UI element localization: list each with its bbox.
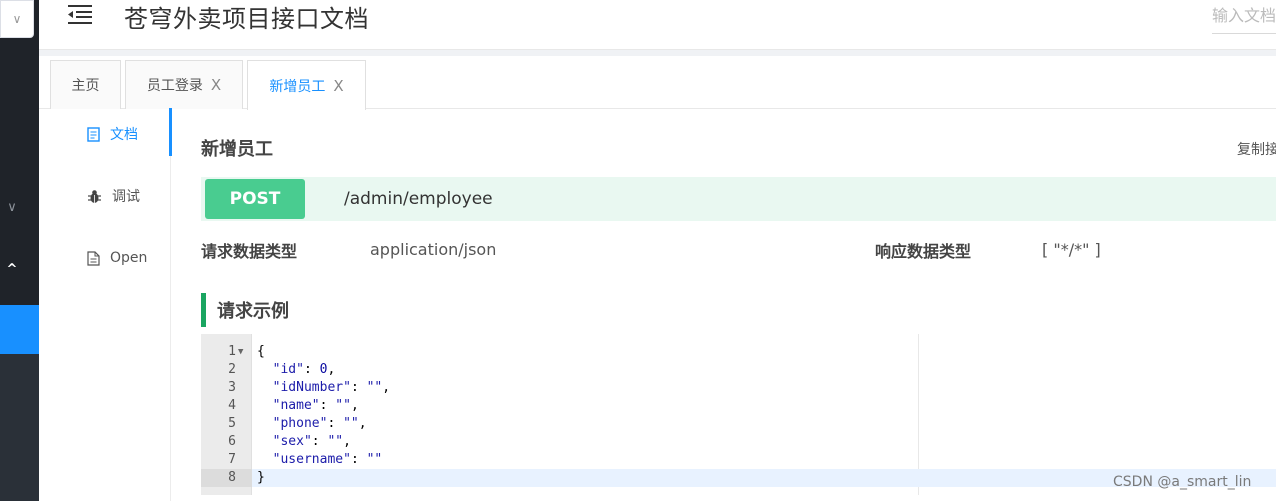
line-number: 2: [228, 362, 236, 377]
line-number: 5: [228, 416, 236, 431]
nav-item-document[interactable]: 文档: [39, 108, 172, 156]
response-type-label: 响应数据类型: [875, 242, 972, 261]
code-text: "sex": "",: [272, 434, 351, 449]
nav-item-label: 文档: [110, 127, 138, 143]
api-path: /admin/employee: [344, 189, 493, 209]
line-number: 3: [228, 380, 236, 395]
doc-nav: 文档 调试 Open: [39, 108, 172, 501]
method-badge: POST: [205, 179, 305, 219]
tab-label: 员工登录: [146, 78, 203, 94]
method-bar: POST /admin/employee: [201, 177, 1276, 221]
code-text: "phone": "",: [272, 416, 367, 431]
watermark: CSDN @a_smart_lin: [1113, 474, 1252, 490]
code-editor[interactable]: 1 ▼{2 "id": 0, 3 "idNumber": "", 4 "name": …: [201, 334, 1276, 495]
tab-label: 主页: [71, 78, 100, 94]
sidebar-dropdown[interactable]: ∨: [0, 0, 34, 38]
chevron-up-icon[interactable]: ^: [0, 262, 24, 277]
code-text: }: [257, 470, 265, 485]
top-header: 苍穹外卖项目接口文档 输入文档: [39, 0, 1276, 50]
nav-item-label: 调试: [112, 189, 140, 205]
api-detail: 新增员工 复制接 POST /admin/employee 请求数据类型 app…: [172, 110, 1276, 501]
section-title: 请求示例: [201, 293, 289, 327]
app-sidebar: ∨ ∨ ^: [0, 0, 39, 501]
fold-icon[interactable]: ▼: [238, 343, 243, 361]
close-icon[interactable]: X: [333, 77, 343, 95]
nav-item-debug[interactable]: 调试: [39, 176, 171, 216]
nav-item-label: Open: [110, 250, 148, 266]
tab-bar: 主页 员工登录 X 新增员工 X: [39, 50, 1276, 110]
code-text: "username": "": [272, 452, 383, 467]
code-line[interactable]: 2 "id": 0,: [201, 361, 1276, 379]
line-number: 1: [228, 344, 236, 359]
code-text: "id": 0,: [272, 362, 336, 377]
chevron-down-icon: ∨: [12, 12, 22, 26]
sidebar-item-active[interactable]: [0, 305, 39, 354]
request-type-value: application/json: [370, 240, 497, 259]
close-icon[interactable]: X: [211, 76, 221, 94]
code-text: {: [257, 344, 265, 359]
request-type-label: 请求数据类型: [201, 242, 298, 261]
line-number: 4: [228, 398, 236, 413]
bug-icon: [87, 189, 102, 204]
tab-label: 新增员工: [269, 78, 326, 95]
tab-employee-login[interactable]: 员工登录 X: [125, 60, 243, 109]
code-line[interactable]: 6 "sex": "",: [201, 433, 1276, 451]
code-text: "name": "",: [272, 398, 359, 413]
document-icon: [87, 126, 100, 142]
code-text: "idNumber": "",: [272, 380, 391, 395]
file-icon: [87, 250, 100, 266]
code-line[interactable]: 1 ▼ {: [201, 343, 1276, 361]
chevron-down-icon[interactable]: ∨: [0, 200, 24, 215]
code-line[interactable]: 5 "phone": "",: [201, 415, 1276, 433]
code-line[interactable]: 3 "idNumber": "",: [201, 379, 1276, 397]
sidebar-submenu: [0, 354, 39, 501]
api-title: 新增员工: [201, 139, 273, 160]
code-line[interactable]: 4 "name": "",: [201, 397, 1276, 415]
line-number: 6: [228, 434, 236, 449]
code-line[interactable]: 7 "username": "": [201, 451, 1276, 469]
line-number: 7: [228, 452, 236, 467]
line-number: 8: [228, 470, 236, 485]
copy-link[interactable]: 复制接: [1237, 139, 1276, 159]
menu-fold-icon[interactable]: [68, 4, 94, 24]
tab-add-employee[interactable]: 新增员工 X: [247, 60, 366, 110]
search-input[interactable]: 输入文档: [1212, 0, 1276, 34]
response-type-value: [ "*/*" ]: [1042, 240, 1101, 259]
tab-home[interactable]: 主页: [50, 60, 121, 109]
nav-item-open[interactable]: Open: [39, 238, 171, 278]
page-title: 苍穹外卖项目接口文档: [124, 5, 369, 33]
